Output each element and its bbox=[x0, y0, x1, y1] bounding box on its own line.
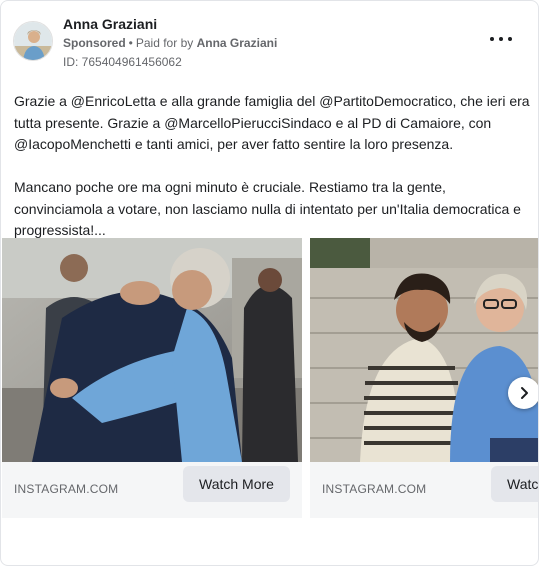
more-horizontal-icon bbox=[499, 37, 503, 41]
more-horizontal-icon bbox=[490, 37, 494, 41]
separator-dot: • bbox=[128, 36, 133, 50]
post-header: Anna Graziani Sponsored • Paid for by Anna… bbox=[13, 15, 526, 71]
sponsored-post-card: Anna Graziani Sponsored • Paid for by Anna… bbox=[0, 0, 539, 566]
post-paragraph: Mancano poche ore ma ogni minuto è cruci… bbox=[14, 179, 521, 238]
link-domain: INSTAGRAM.COM bbox=[14, 482, 119, 496]
more-horizontal-icon bbox=[508, 37, 512, 41]
watch-more-button[interactable]: Watch More bbox=[491, 466, 538, 502]
ad-id: ID: 765404961456062 bbox=[63, 55, 182, 69]
sponsored-line: Sponsored • Paid for by Anna Graziani bbox=[63, 36, 277, 50]
sponsored-label: Sponsored bbox=[63, 36, 126, 50]
carousel-next-button[interactable] bbox=[508, 377, 538, 409]
paid-for-prefix: Paid for by bbox=[135, 36, 194, 50]
avatar[interactable] bbox=[13, 21, 53, 61]
chevron-right-icon bbox=[521, 387, 528, 399]
paid-for-name: Anna Graziani bbox=[196, 36, 278, 50]
carousel-image[interactable] bbox=[2, 238, 302, 462]
author-name[interactable]: Anna Graziani bbox=[63, 16, 157, 32]
link-domain: INSTAGRAM.COM bbox=[322, 482, 427, 496]
post-paragraph: Grazie a @EnricoLetta e alla grande fami… bbox=[14, 93, 530, 152]
carousel-image[interactable] bbox=[310, 238, 538, 462]
carousel-card[interactable]: INSTAGRAM.COM Watch More bbox=[2, 238, 302, 518]
media-carousel: INSTAGRAM.COM Watch More INSTAGRAM.COM W… bbox=[1, 238, 538, 518]
carousel-card[interactable]: INSTAGRAM.COM Watch More bbox=[310, 238, 538, 518]
watch-more-button[interactable]: Watch More bbox=[183, 466, 290, 502]
post-body-text: Grazie a @EnricoLetta e alla grande fami… bbox=[14, 91, 530, 242]
more-options-button[interactable] bbox=[490, 32, 512, 46]
